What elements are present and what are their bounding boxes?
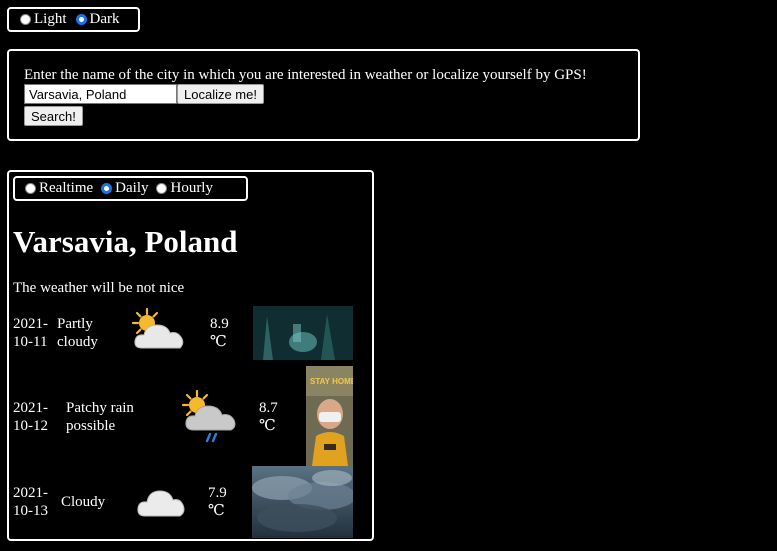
search-button[interactable]: Search! bbox=[24, 106, 83, 126]
theme-light-radio[interactable]: Light bbox=[20, 11, 67, 28]
search-prompt: Enter the name of the city in which you … bbox=[24, 67, 587, 83]
forecast-date: 2021- 10-13 bbox=[13, 485, 48, 519]
radio-unchecked-icon[interactable] bbox=[25, 183, 36, 194]
mode-realtime-label: Realtime bbox=[39, 180, 94, 196]
mode-daily-label: Daily bbox=[115, 180, 149, 196]
localize-button[interactable]: Localize me! bbox=[177, 84, 264, 104]
theme-selector: Light Dark bbox=[7, 7, 140, 32]
forecast-row: 2021- 10-13 Cloudy 7.9 ℃ bbox=[9, 466, 376, 538]
radio-unchecked-icon[interactable] bbox=[156, 183, 168, 194]
forecast-temperature: 8.9 ℃ bbox=[210, 316, 229, 350]
location-title: Varsavia, Poland bbox=[13, 224, 238, 259]
radio-unchecked-icon[interactable] bbox=[20, 14, 31, 25]
forecast-condition: Patchy rain possible bbox=[66, 400, 134, 434]
forecast-temperature: 7.9 ℃ bbox=[208, 485, 227, 519]
forecast-temperature: 8.7 ℃ bbox=[259, 400, 278, 434]
mode-daily-radio[interactable]: Daily bbox=[101, 180, 148, 197]
forecast-date: 2021- 10-11 bbox=[13, 316, 48, 350]
forecast-condition: Partly cloudy bbox=[57, 316, 98, 350]
partly-cloudy-icon bbox=[131, 308, 184, 349]
weather-photo bbox=[252, 466, 353, 538]
theme-light-label: Light bbox=[34, 11, 67, 27]
patchy-rain-icon bbox=[181, 390, 236, 443]
weather-photo bbox=[253, 306, 353, 360]
radio-checked-icon[interactable] bbox=[75, 14, 87, 25]
mode-hourly-radio[interactable]: Hourly bbox=[156, 180, 213, 197]
forecast-row: 2021- 10-12 Patchy rain possible 8.7 ℃ STAY… bbox=[9, 366, 376, 466]
mode-realtime-radio[interactable]: Realtime bbox=[25, 180, 93, 197]
weather-summary: The weather will be not nice bbox=[13, 280, 185, 296]
search-panel: Enter the name of the city in which you … bbox=[7, 49, 640, 141]
city-input[interactable] bbox=[24, 84, 177, 104]
cloudy-icon bbox=[137, 490, 185, 517]
weather-panel: Realtime Daily Hourly Varsavia, Poland T… bbox=[7, 170, 374, 541]
mode-hourly-label: Hourly bbox=[170, 180, 213, 196]
svg-text:STAY HOME: STAY HOME bbox=[310, 377, 353, 386]
forecast-mode-selector: Realtime Daily Hourly bbox=[13, 176, 248, 201]
forecast-row: 2021- 10-11 Partly cloudy 8.9 ℃ bbox=[9, 304, 376, 360]
theme-dark-label: Dark bbox=[89, 11, 120, 27]
theme-dark-radio[interactable]: Dark bbox=[75, 11, 120, 28]
forecast-date: 2021- 10-12 bbox=[13, 400, 48, 434]
radio-checked-icon[interactable] bbox=[101, 183, 113, 194]
weather-photo: STAY HOME bbox=[306, 366, 353, 466]
forecast-condition: Cloudy bbox=[61, 494, 106, 510]
